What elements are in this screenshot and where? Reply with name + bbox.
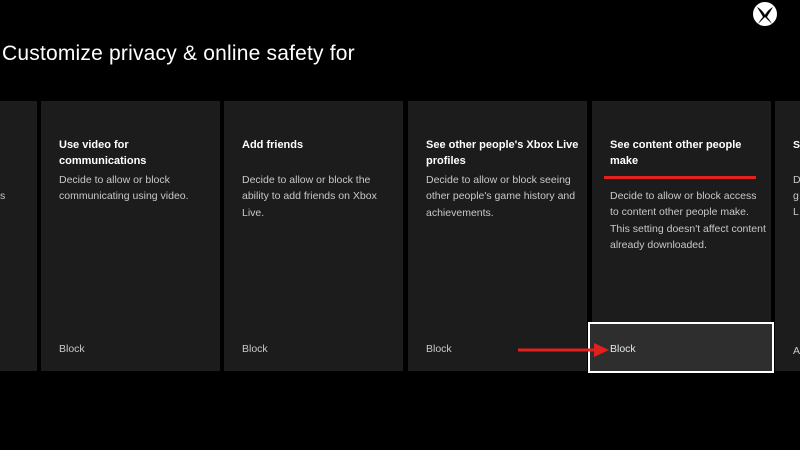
- setting-card-partial-right[interactable]: S D g L A: [775, 101, 800, 371]
- setting-card-video[interactable]: Use video for communications Decide to a…: [41, 101, 220, 371]
- xbox-logo-icon: [753, 2, 777, 26]
- pointer-arrow-icon: [518, 343, 609, 357]
- card-description-fragment: D: [793, 174, 800, 186]
- card-description: Decide to allow or block the ability to …: [242, 174, 377, 219]
- card-title: See content other people make: [610, 139, 742, 167]
- card-description: Decide to allow or block access to conte…: [610, 190, 766, 251]
- highlight-underline: [604, 176, 756, 179]
- selected-value: Block: [610, 343, 636, 355]
- user-content-value-selector[interactable]: Block: [588, 322, 774, 373]
- card-description-fragment: L: [793, 206, 799, 218]
- card-title-fragment: S: [793, 139, 800, 151]
- card-title: Use video for communications: [59, 139, 147, 167]
- card-description-fragment: g: [793, 190, 799, 202]
- card-value-fragment: A: [793, 345, 800, 357]
- card-description: Decide to allow or block communicating u…: [59, 174, 189, 203]
- card-description-fragment: s: [0, 190, 6, 202]
- card-title: See other people's Xbox Live profiles: [426, 139, 579, 167]
- page-title: Customize privacy & online safety for: [2, 42, 355, 65]
- card-value: Block: [426, 343, 452, 355]
- card-title: Add friends: [242, 139, 304, 151]
- setting-card-add-friends[interactable]: Add friends Decide to allow or block the…: [224, 101, 403, 371]
- card-value: Block: [59, 343, 85, 355]
- setting-card-partial-left[interactable]: s: [0, 101, 37, 371]
- card-value: Block: [242, 343, 268, 355]
- setting-card-profiles[interactable]: See other people's Xbox Live profiles De…: [408, 101, 587, 371]
- card-description: Decide to allow or block seeing other pe…: [426, 174, 576, 219]
